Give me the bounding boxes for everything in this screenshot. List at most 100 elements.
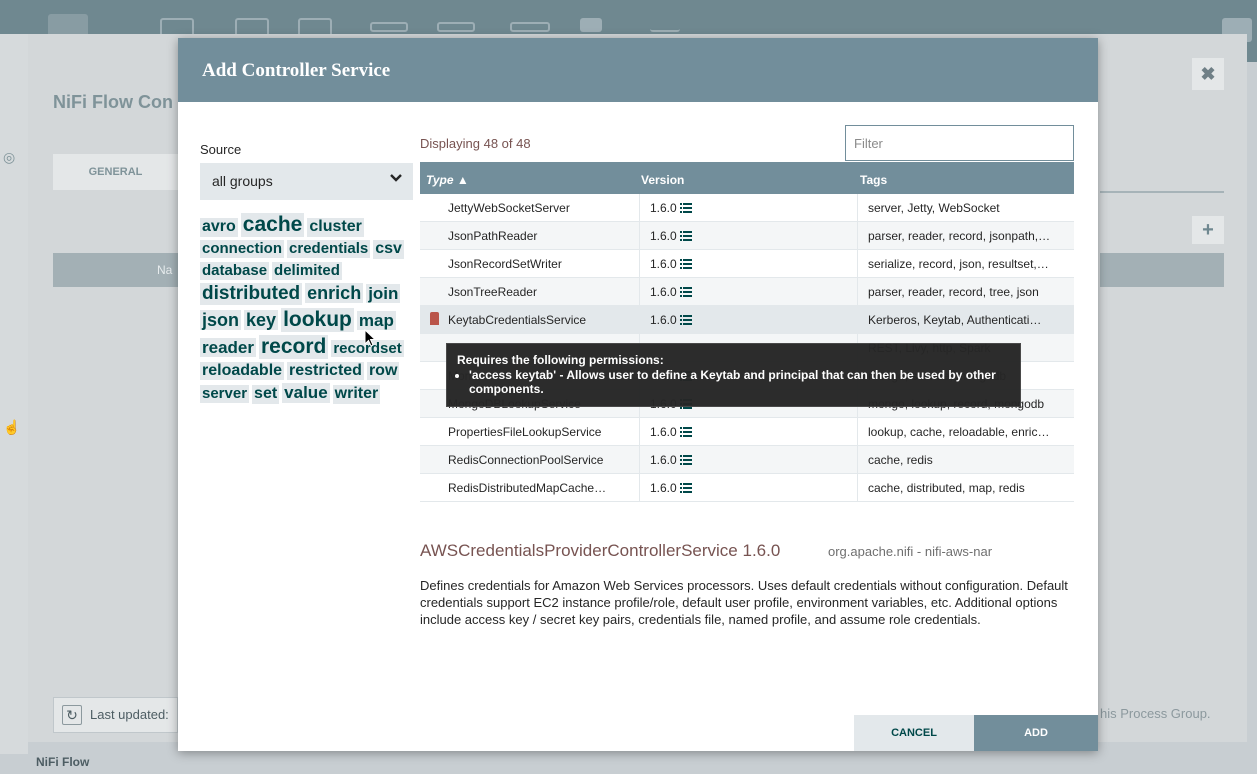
tag-join[interactable]: join [366,283,401,304]
column-header-type[interactable]: Type ▲ [426,173,469,187]
background-left-rail: ◎ ☝ [0,34,28,754]
tag-record[interactable]: record [258,334,329,359]
row-version-text: 1.6.0 [650,257,677,271]
row-version: 1.6.0 [650,425,850,439]
label-tool-icon[interactable] [650,22,680,32]
usage-icon[interactable] [679,203,692,213]
add-button[interactable]: ADD [974,715,1098,751]
row-version-text: 1.6.0 [650,201,677,215]
tag-restricted[interactable]: restricted [287,361,364,381]
row-version: 1.6.0 [650,257,850,271]
tag-database[interactable]: database [200,261,270,280]
row-tags: lookup, cache, reloadable, enric… [868,425,1050,439]
source-label: Source [200,142,242,157]
row-tags: parser, reader, record, tree, json [868,285,1039,299]
row-type: RedisDistributedMapCache… [448,481,607,495]
tag-json[interactable]: json [200,309,242,331]
remote-group-tool-icon[interactable] [437,22,475,32]
row-version: 1.6.0 [650,453,850,467]
funnel-tool-icon[interactable] [510,22,550,32]
operate-icon: ☝ [3,419,21,435]
row-version-text: 1.6.0 [650,481,677,495]
tag-distributed[interactable]: distributed [200,282,303,305]
add-service-icon[interactable]: + [1192,216,1224,244]
row-type: RedisConnectionPoolService [448,453,604,467]
row-version-text: 1.6.0 [650,229,677,243]
column-header-version[interactable]: Version [641,173,684,187]
mouse-cursor-icon [364,329,376,347]
add-controller-service-dialog: Add Controller Service Source all groups… [178,38,1098,751]
usage-icon[interactable] [679,427,692,437]
tag-lookup[interactable]: lookup [281,307,354,332]
row-tags: serialize, record, json, resultset,… [868,257,1049,271]
displaying-count: Displaying 48 of 48 [420,136,531,151]
tag-cluster[interactable]: cluster [307,218,364,237]
table-row[interactable]: JsonPathReader 1.6.0 parser, reader, recor… [420,222,1074,250]
cancel-button[interactable]: CANCEL [854,715,974,751]
row-version: 1.6.0 [650,201,850,215]
permissions-tooltip: Requires the following permissions: 'acc… [446,343,1021,407]
table-row[interactable]: PropertiesFileLookupService 1.6.0 lookup, … [420,418,1074,446]
chevron-down-icon [390,174,402,182]
usage-icon[interactable] [679,483,692,493]
background-panel-title: NiFi Flow Con [53,92,173,112]
tag-csv[interactable]: csv [373,240,404,259]
usage-icon[interactable] [679,315,692,325]
tag-delimited[interactable]: delimited [272,261,342,280]
tag-reloadable[interactable]: reloadable [200,361,285,381]
selected-service-description: Defines credentials for Amazon Web Servi… [420,578,1068,627]
table-row[interactable]: KeytabCredentialsService 1.6.0 Kerberos, K… [420,306,1074,334]
source-group-value: all groups [212,173,273,189]
process-group-note: his Process Group. [1100,706,1211,721]
last-updated-bar: ↻ Last updated: [53,697,178,733]
tag-avro[interactable]: avro [200,218,238,237]
process-group-tool-icon[interactable] [370,22,408,32]
tag-value[interactable]: value [282,383,330,404]
tag-row[interactable]: row [366,361,400,381]
tag-reader[interactable]: reader [200,337,256,358]
tab-underline [1100,191,1224,193]
table-row[interactable]: JettyWebSocketServer 1.6.0 server, Jetty, … [420,194,1074,222]
row-tags: cache, distributed, map, redis [868,481,1025,495]
refresh-icon[interactable]: ↻ [62,705,82,725]
dialog-title: Add Controller Service [202,60,391,81]
tag-server[interactable]: server [200,385,250,404]
tag-key[interactable]: key [244,309,279,331]
selected-service-bundle: org.apache.nifi - nifi-aws-nar [828,544,993,559]
tab-general[interactable]: GENERAL [53,154,178,190]
navigate-icon: ◎ [3,149,16,165]
row-version: 1.6.0 [650,229,850,243]
row-version: 1.6.0 [650,481,850,495]
table-row[interactable]: JsonRecordSetWriter 1.6.0 serialize, recor… [420,250,1074,278]
row-tags: server, Jetty, WebSocket [868,201,1000,215]
tag-enrich[interactable]: enrich [305,282,364,304]
last-updated-label: Last updated: [90,707,169,722]
table-row[interactable]: RedisConnectionPoolService 1.6.0 cache, re… [420,446,1074,474]
filter-input[interactable] [845,125,1074,161]
table-row[interactable]: JsonTreeReader 1.6.0 parser, reader, recor… [420,278,1074,306]
table-row[interactable]: RedisDistributedMapCache… 1.6.0 cache, dis… [420,474,1074,502]
panel-close-icon[interactable]: ✖ [1192,58,1224,90]
column-header-tags[interactable]: Tags [860,173,887,187]
row-type: JsonPathReader [448,229,538,243]
template-tool-icon[interactable] [580,18,602,32]
usage-icon[interactable] [679,259,692,269]
tag-map[interactable]: map [356,310,396,331]
row-type: PropertiesFileLookupService [448,425,602,439]
row-tags: cache, redis [868,453,933,467]
usage-icon[interactable] [679,287,692,297]
table-header: Type ▲ Version Tags [420,162,1074,196]
usage-icon[interactable] [679,455,692,465]
tag-cache[interactable]: cache [240,213,305,238]
tag-writer[interactable]: writer [332,385,381,405]
tooltip-title: Requires the following permissions: [457,353,664,367]
row-version: 1.6.0 [650,285,850,299]
source-group-select[interactable]: all groups [200,163,413,200]
tag-set[interactable]: set [252,385,280,405]
tag-credentials[interactable]: credentials [287,240,371,258]
tag-connection[interactable]: connection [200,240,285,258]
row-version-text: 1.6.0 [650,425,677,439]
row-tags: parser, reader, record, jsonpath,… [868,229,1051,243]
breadcrumb[interactable]: NiFi Flow [36,755,89,769]
usage-icon[interactable] [679,231,692,241]
